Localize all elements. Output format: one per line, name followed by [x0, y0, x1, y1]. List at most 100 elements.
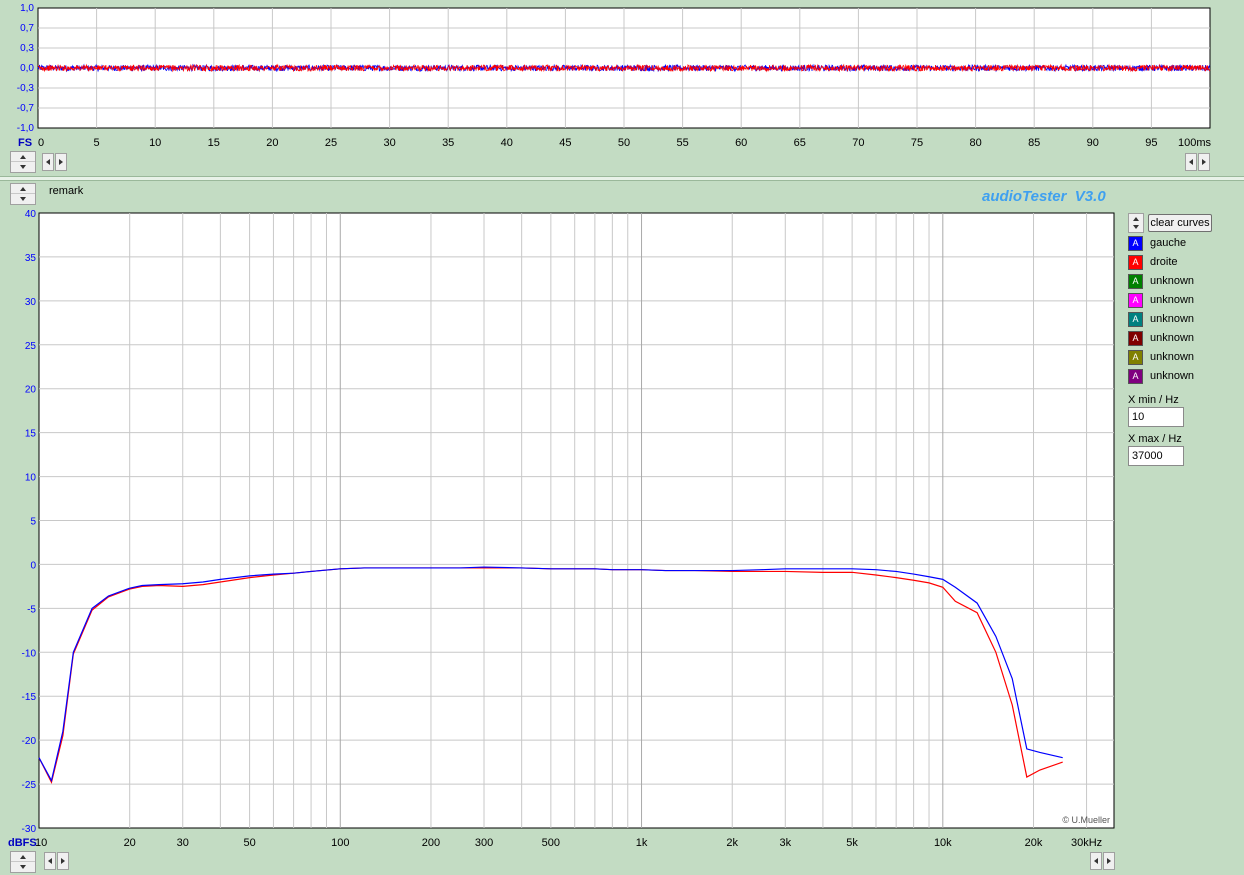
time-x-tick-label: 95 [1145, 137, 1157, 149]
freq-x-tick-label: 30 [177, 837, 189, 849]
arrow-left-icon [46, 159, 50, 165]
freq-x-tick-label: 300 [475, 837, 493, 849]
freq-y-ticks: 40 35 30 25 20 15 10 5 0 -5 -10 -15 -20 -25 -30 [22, 209, 37, 835]
freq-scroll-left-button[interactable] [44, 852, 56, 870]
freq-scale-spinner[interactable] [10, 851, 36, 873]
spin-up-icon[interactable] [11, 852, 35, 862]
legend-item-0[interactable]: Agauche [1128, 235, 1238, 253]
time-zoom-right-button[interactable] [1198, 153, 1210, 171]
time-y-tick-label: 0,7 [20, 23, 34, 34]
freq-x-ticks: 10 20 30 50 100 200 300 500 1k 2k 3k 5k 10k 20k 30kHz [35, 837, 1102, 849]
curve-color-icon[interactable]: A [1128, 331, 1143, 346]
legend-label: unknown [1150, 351, 1195, 363]
legend-label: unknown [1150, 370, 1195, 382]
freq-y-tick-label: 35 [25, 253, 37, 264]
time-scale-spinner[interactable] [10, 151, 36, 173]
spin-down-icon[interactable] [11, 162, 35, 172]
legend-item-3[interactable]: Aunknown [1128, 292, 1238, 310]
freq-x-tick-label: 100 [331, 837, 349, 849]
freq-x-tick-label: 30kHz [1071, 837, 1102, 849]
freq-x-tick-label: 50 [243, 837, 255, 849]
arrow-left-icon [1094, 858, 1098, 864]
time-x-tick-label: 15 [208, 137, 220, 149]
time-x-tick-label: 0 [38, 137, 44, 149]
freq-x-tick-label: 5k [846, 837, 858, 849]
freq-y-tick-label: 10 [25, 473, 37, 484]
curve-spinner[interactable] [1128, 213, 1144, 233]
freq-y-tick-label: 15 [25, 429, 37, 440]
legend-label: unknown [1150, 275, 1195, 287]
freq-x-tick-label: 200 [422, 837, 440, 849]
copyright-text: © U.Mueller [1062, 815, 1110, 825]
xmax-input[interactable]: 37000 [1128, 446, 1184, 466]
curve-color-icon[interactable]: A [1128, 236, 1143, 251]
arrow-right-icon [1202, 159, 1206, 165]
time-x-tick-label: 70 [852, 137, 864, 149]
legend-item-6[interactable]: Aunknown [1128, 349, 1238, 367]
remark-label: remark [49, 185, 84, 197]
freq-x-tick-label: 3k [779, 837, 791, 849]
spin-down-icon[interactable] [1133, 224, 1139, 229]
legend-item-7[interactable]: Aunknown [1128, 368, 1238, 386]
curve-color-icon[interactable]: A [1128, 312, 1143, 327]
freq-x-tick-label: 10k [934, 837, 952, 849]
curve-color-icon[interactable]: A [1128, 274, 1143, 289]
xmin-input[interactable]: 10 [1128, 407, 1184, 427]
time-x-tick-label: 30 [383, 137, 395, 149]
arrow-right-icon [1107, 858, 1111, 864]
clear-curves-button[interactable]: clear curves [1148, 214, 1212, 232]
curve-color-icon[interactable]: A [1128, 293, 1143, 308]
freq-y-tick-label: -5 [27, 604, 36, 615]
curve-color-icon[interactable]: A [1128, 255, 1143, 270]
freq-x-tick-label: 1k [636, 837, 648, 849]
time-x-tick-label: 35 [442, 137, 454, 149]
time-x-tick-label: 85 [1028, 137, 1040, 149]
time-scroll-left-button[interactable] [42, 153, 54, 171]
time-x-tick-label: 55 [676, 137, 688, 149]
spin-up-icon[interactable] [11, 184, 35, 194]
time-y-tick-label: 0,3 [20, 43, 34, 54]
time-x-tick-label: 50 [618, 137, 630, 149]
time-scroll-right-button[interactable] [55, 153, 67, 171]
freq-y-tick-label: 0 [30, 560, 36, 571]
time-x-tick-label: 45 [559, 137, 571, 149]
legend-item-2[interactable]: Aunknown [1128, 273, 1238, 291]
time-x-tick-label: 75 [911, 137, 923, 149]
freq-x-tick-label: 2k [726, 837, 738, 849]
time-x-tick-label: 80 [969, 137, 981, 149]
spin-up-icon[interactable] [1133, 217, 1139, 222]
freq-zoom-left-button[interactable] [1090, 852, 1102, 870]
curve-color-icon[interactable]: A [1128, 350, 1143, 365]
legend-label: gauche [1150, 237, 1187, 249]
freq-zoom-right-button[interactable] [1103, 852, 1115, 870]
time-y-tick-label: 0,0 [20, 63, 34, 74]
time-x-tick-label: 25 [325, 137, 337, 149]
time-x-tick-label: 65 [794, 137, 806, 149]
time-x-tick-label: 20 [266, 137, 278, 149]
arrow-right-icon [59, 159, 63, 165]
freq-y-tick-label: -30 [22, 824, 37, 835]
xmin-label: X min / Hz [1128, 394, 1179, 406]
curve-color-icon[interactable]: A [1128, 369, 1143, 384]
freq-y-tick-label: 40 [25, 209, 37, 220]
legend-item-5[interactable]: Aunknown [1128, 330, 1238, 348]
freq-y-tick-label: 20 [25, 385, 37, 396]
legend-item-1[interactable]: Adroite [1128, 254, 1238, 272]
legend-label: unknown [1150, 313, 1195, 325]
legend-item-4[interactable]: Aunknown [1128, 311, 1238, 329]
panel-splitter[interactable] [0, 176, 1244, 181]
time-x-tick-label: 90 [1087, 137, 1099, 149]
freq-y-tick-label: 30 [25, 297, 37, 308]
time-y-tick-label: 1,0 [20, 3, 34, 14]
spin-down-icon[interactable] [11, 862, 35, 872]
freq-y-tick-label: 5 [30, 517, 36, 528]
freq-y-tick-label: -20 [22, 736, 37, 747]
time-y-tick-label: -0,3 [17, 83, 35, 94]
freq-scroll-right-button[interactable] [57, 852, 69, 870]
time-zoom-left-button[interactable] [1185, 153, 1197, 171]
spin-up-icon[interactable] [11, 152, 35, 162]
time-x-tick-label: 40 [501, 137, 513, 149]
time-domain-chart: 1,0 0,7 0,3 0,0 -0,3 -0,7 -1,0 0 5 10 15 20 25 30 35 4… [17, 3, 1212, 149]
freq-x-tick-label: 20 [124, 837, 136, 849]
freq-y-tick-label: -25 [22, 780, 37, 791]
